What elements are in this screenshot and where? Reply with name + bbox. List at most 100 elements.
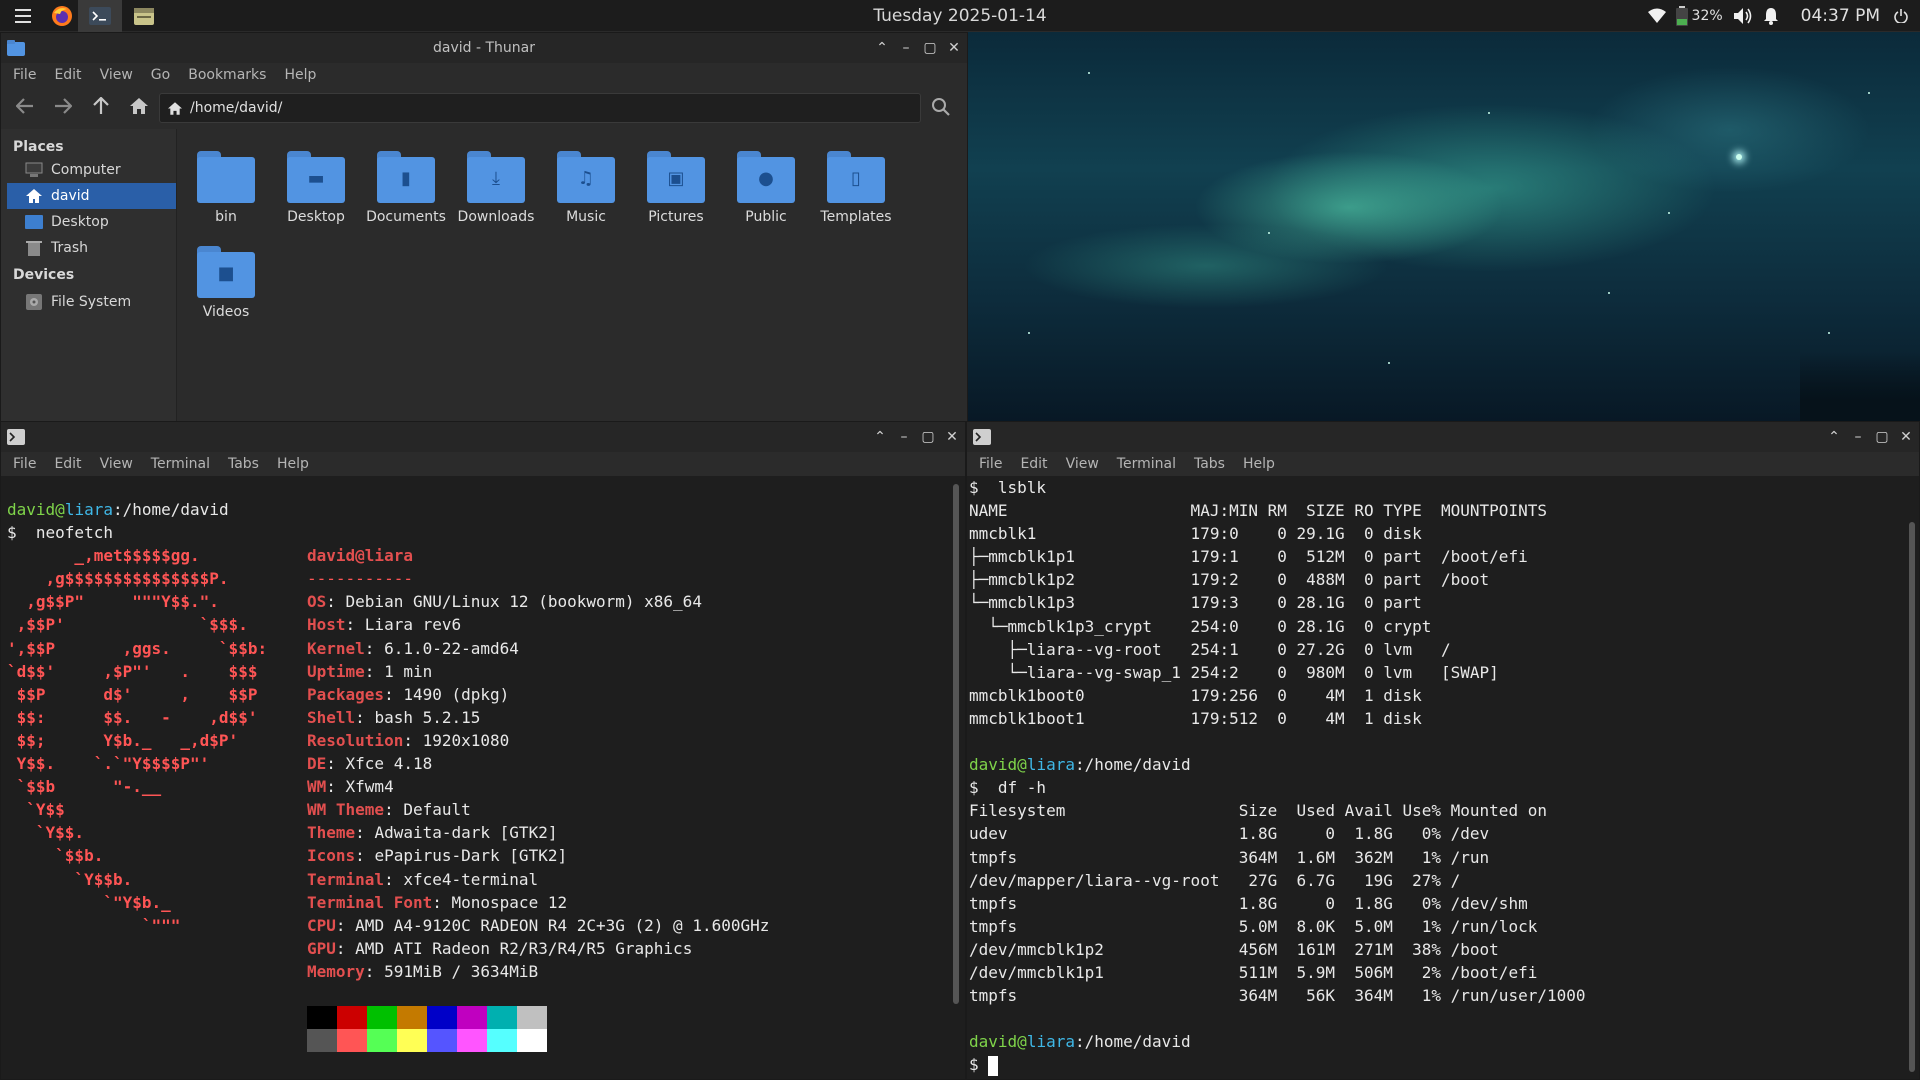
info-line: GPU: AMD ATI Radeon R2/R3/R4/R5 Graphics [307, 937, 769, 960]
menu-file[interactable]: File [13, 67, 36, 83]
maximize-button[interactable]: ▢ [1875, 430, 1889, 444]
public-folder-icon: ● [737, 151, 795, 203]
system-tray: 32% 04:37 PM [1647, 0, 1920, 32]
info-line: WM Theme: Default [307, 798, 769, 821]
thunar-titlebar[interactable]: david - Thunar ⌃ – ▢ ✕ [1, 33, 967, 63]
file-item-videos[interactable]: ■ Videos [181, 246, 271, 320]
menu-edit[interactable]: Edit [54, 67, 81, 83]
file-item-bin[interactable]: bin [181, 151, 271, 225]
search-button[interactable] [931, 97, 953, 119]
menu-bookmarks[interactable]: Bookmarks [188, 67, 266, 83]
df-row: tmpfs 1.8G 0 1.8G 0% /dev/shm [969, 893, 1528, 913]
file-item-templates[interactable]: ▯ Templates [811, 151, 901, 225]
menu-terminal[interactable]: Terminal [1117, 456, 1176, 472]
minimize-button[interactable]: – [899, 41, 913, 55]
forward-button[interactable] [53, 96, 73, 116]
sidebar-item-desktop[interactable]: Desktop [1, 209, 176, 235]
file-view: bin ▬ Desktop ▮ Documents ⤓ Downloads ♫ … [181, 129, 967, 421]
terminal-left-titlebar[interactable]: ⌃ – ▢ ✕ [1, 422, 965, 452]
maximize-button[interactable]: ▢ [921, 430, 935, 444]
hamburger-menu-icon [15, 9, 31, 23]
scrollbar[interactable] [953, 484, 959, 1004]
panel-date[interactable]: Tuesday 2025-01-14 [0, 0, 1920, 32]
prompt-line: david@liara:/home/david [969, 1032, 1191, 1052]
menu-view[interactable]: View [100, 456, 133, 472]
color-swatch [487, 1029, 517, 1053]
minimize-button[interactable]: – [1851, 430, 1865, 444]
close-button[interactable]: ✕ [1899, 430, 1913, 444]
menu-edit[interactable]: Edit [1020, 456, 1047, 472]
lsblk-output: $ lsblk NAME MAJ:MIN RM SIZE RO TYPE MOUN… [969, 476, 1919, 730]
file-item-pictures[interactable]: ▣ Pictures [631, 151, 721, 225]
file-item-downloads[interactable]: ⤓ Downloads [451, 151, 541, 225]
menu-file[interactable]: File [979, 456, 1002, 472]
menu-tabs[interactable]: Tabs [1194, 456, 1225, 472]
battery-indicator[interactable]: 32% [1675, 6, 1723, 26]
file-label: Music [566, 209, 606, 225]
info-value: : 1 min [364, 661, 433, 681]
info-line: Kernel: 6.1.0-22-amd64 [307, 637, 769, 660]
file-item-public[interactable]: ● Public [721, 151, 811, 225]
shade-button[interactable]: ⌃ [875, 41, 889, 55]
info-value: : Xfce 4.18 [326, 754, 433, 774]
maximize-button[interactable]: ▢ [923, 41, 937, 55]
power-button[interactable] [1894, 9, 1908, 23]
menu-help[interactable]: Help [277, 456, 309, 472]
minimize-button[interactable]: – [897, 430, 911, 444]
home-button[interactable] [129, 96, 149, 116]
thunar-sidebar: Places Computer david Desktop Trash Devi… [1, 129, 177, 421]
info-key: CPU [307, 915, 336, 935]
panel-clock[interactable]: 04:37 PM [1801, 6, 1880, 26]
logo-line: $$P d$' , $$P [7, 684, 258, 704]
input-line[interactable]: $ [969, 1053, 1919, 1076]
menu-help[interactable]: Help [284, 67, 316, 83]
volume-indicator[interactable] [1733, 7, 1753, 25]
color-swatch [367, 1029, 397, 1053]
shade-button[interactable]: ⌃ [873, 430, 887, 444]
close-button[interactable]: ✕ [947, 41, 961, 55]
terminal-taskbar-button[interactable] [78, 0, 122, 32]
neofetch-info: david@liara ----------- OS: Debian GNU/L… [307, 544, 769, 983]
menu-file[interactable]: File [13, 456, 36, 472]
lsblk-row: └─mmcblk1p3 179:3 0 28.1G 0 part [969, 593, 1422, 613]
sidebar-item-trash[interactable]: Trash [1, 235, 176, 261]
terminal-right-output[interactable]: $ lsblk NAME MAJ:MIN RM SIZE RO TYPE MOUN… [967, 476, 1919, 1079]
file-item-music[interactable]: ♫ Music [541, 151, 631, 225]
sidebar-item-computer[interactable]: Computer [1, 157, 176, 183]
menu-go[interactable]: Go [151, 67, 170, 83]
info-key: DE [307, 754, 327, 774]
menu-tabs[interactable]: Tabs [228, 456, 259, 472]
info-key: Resolution [307, 730, 404, 750]
back-button[interactable] [15, 96, 35, 116]
sidebar-item-filesystem[interactable]: File System [1, 289, 176, 315]
panel-launchers [0, 0, 166, 32]
menu-view[interactable]: View [100, 67, 133, 83]
terminal-icon [973, 429, 991, 445]
scrollbar[interactable] [1909, 522, 1915, 1072]
firefox-launcher[interactable] [46, 0, 78, 32]
desktop-folder-icon [25, 215, 43, 229]
notifications-indicator[interactable] [1763, 7, 1779, 25]
menu-edit[interactable]: Edit [54, 456, 81, 472]
shade-button[interactable]: ⌃ [1827, 430, 1841, 444]
file-item-desktop[interactable]: ▬ Desktop [271, 151, 361, 225]
arrow-left-icon [16, 98, 33, 114]
sidebar-item-david[interactable]: david [7, 183, 176, 209]
terminal-right-menubar: File Edit View Terminal Tabs Help [967, 452, 1919, 476]
terminal-window-left: ⌃ – ▢ ✕ File Edit View Terminal Tabs Hel… [0, 421, 966, 1080]
terminal-left-output[interactable]: david@liara:/home/david $ neofetch _,met… [1, 476, 965, 1079]
file-manager-taskbar-button[interactable] [122, 0, 166, 32]
menu-view[interactable]: View [1066, 456, 1099, 472]
menu-help[interactable]: Help [1243, 456, 1275, 472]
file-item-documents[interactable]: ▮ Documents [361, 151, 451, 225]
terminal-right-titlebar[interactable]: ⌃ – ▢ ✕ [967, 422, 1919, 452]
wifi-indicator[interactable] [1647, 8, 1666, 24]
location-bar[interactable]: /home/david/ [159, 93, 921, 123]
parent-folder-button[interactable] [91, 96, 111, 116]
menu-terminal[interactable]: Terminal [151, 456, 210, 472]
whisker-menu-button[interactable] [0, 0, 46, 32]
info-key: Packages [307, 684, 385, 704]
close-button[interactable]: ✕ [945, 430, 959, 444]
df-row: tmpfs 5.0M 8.0K 5.0M 1% /run/lock [969, 916, 1538, 936]
thunar-title: david - Thunar [433, 40, 535, 56]
